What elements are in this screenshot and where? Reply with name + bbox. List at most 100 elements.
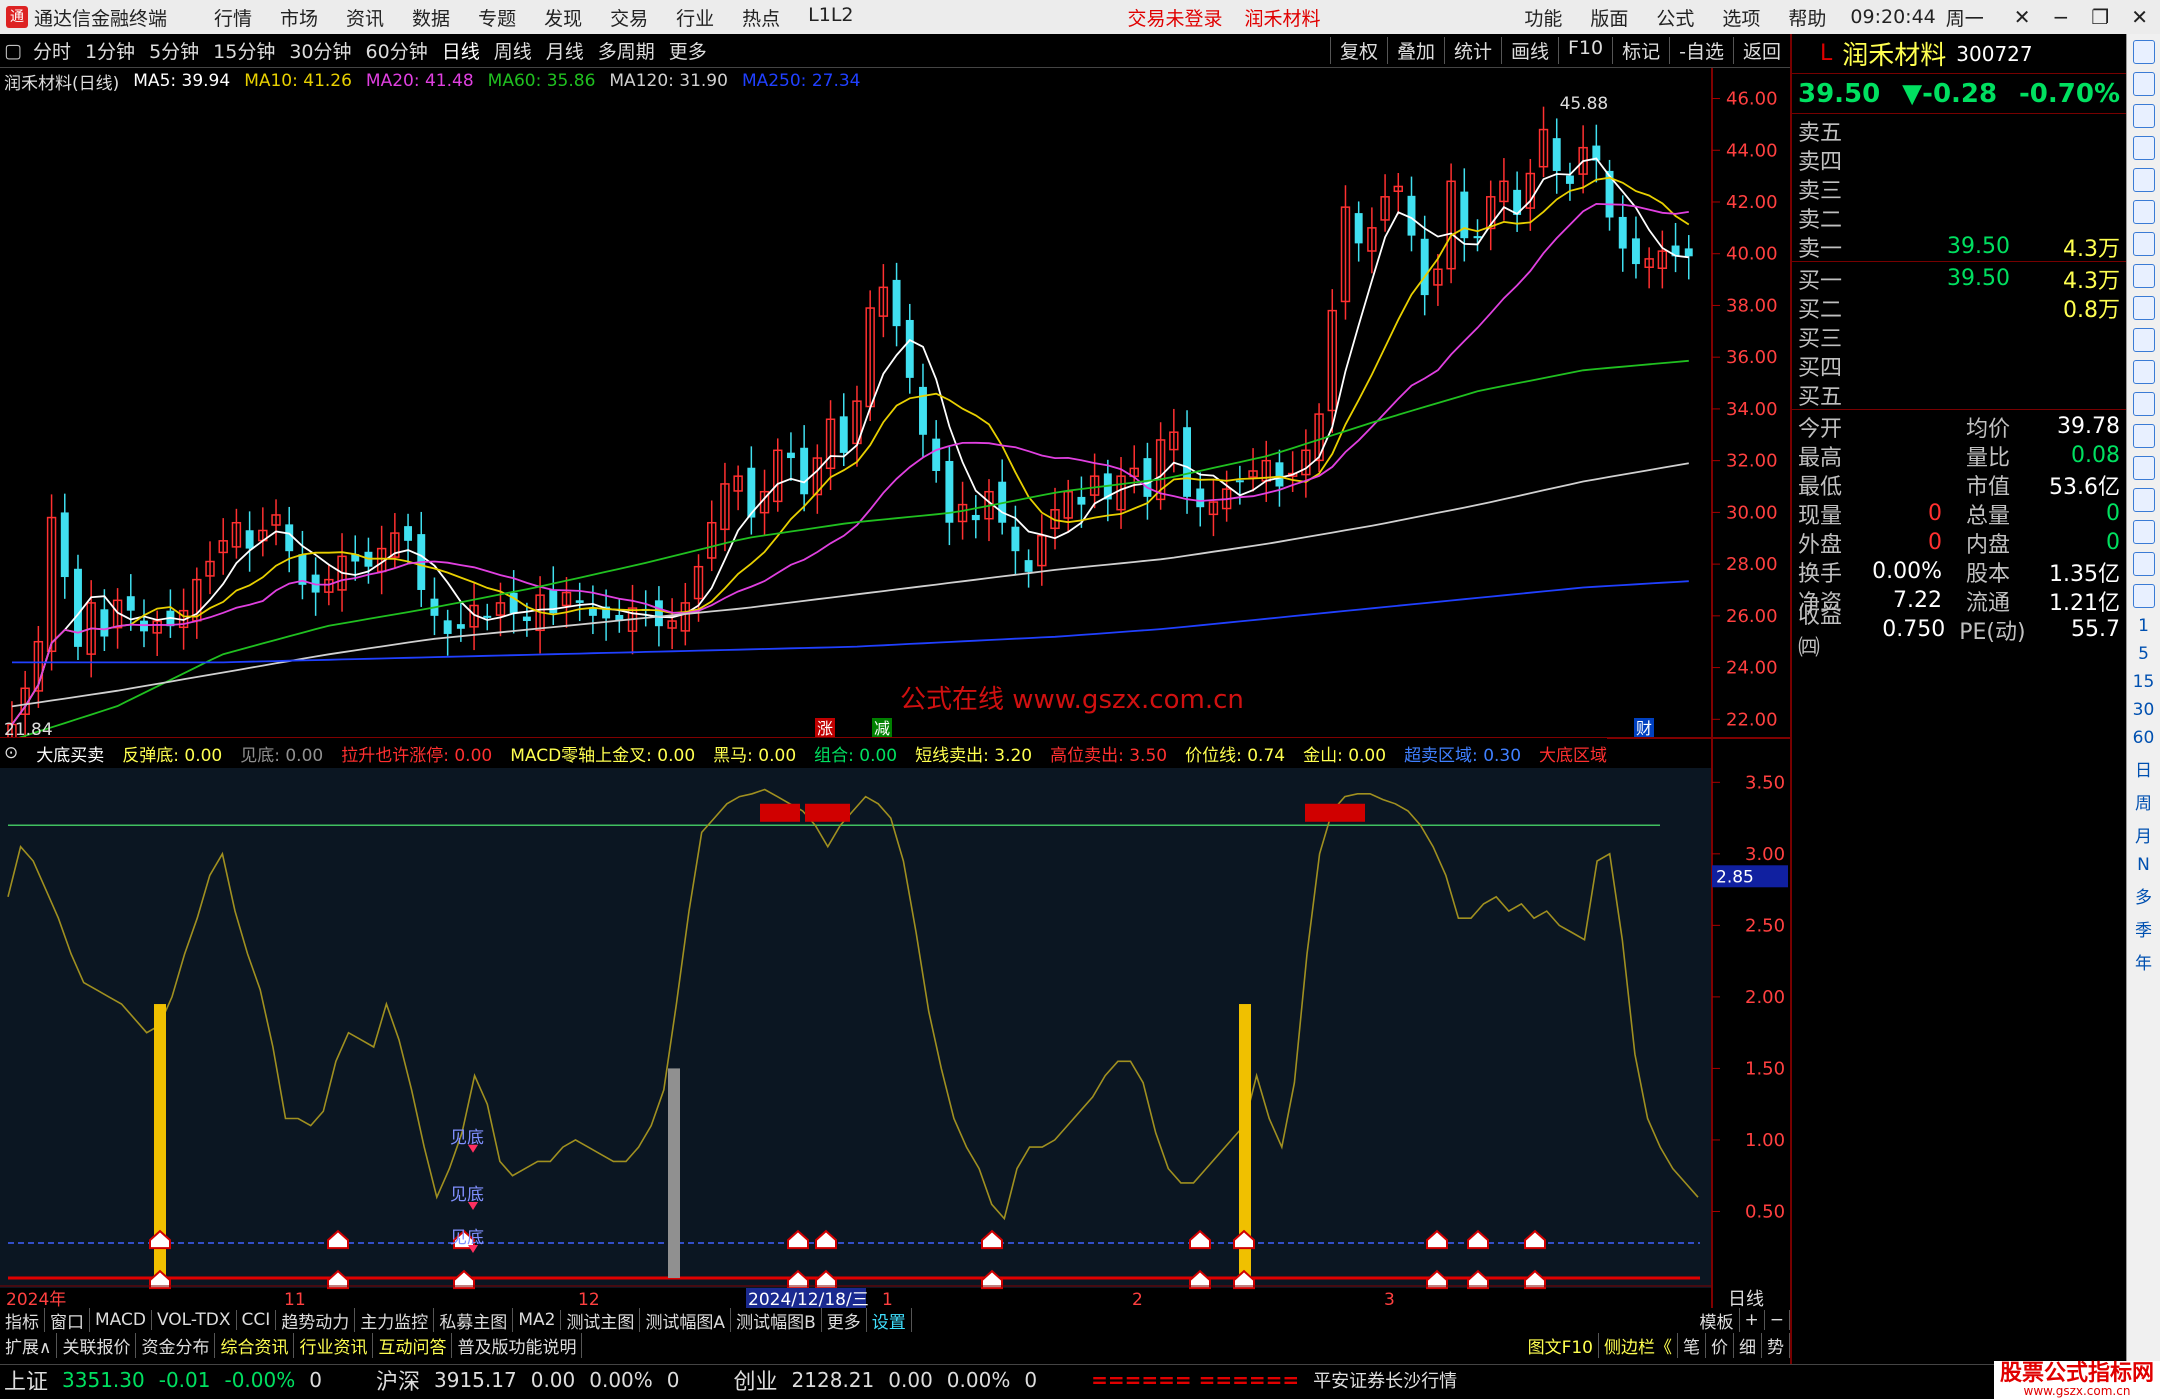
period-tab-2[interactable]: 5分钟 bbox=[142, 37, 206, 64]
quote-name[interactable]: 润禾材料 bbox=[1842, 35, 1946, 72]
price-chart[interactable]: 45.88 21.84 公式在线 www.gszx.com.cn 涨 减 财 bbox=[4, 94, 1693, 751]
sidebar-period-9[interactable]: 多 bbox=[2135, 883, 2152, 908]
menu-6[interactable]: 交易 bbox=[596, 4, 662, 31]
candle[interactable] bbox=[1565, 175, 1574, 184]
extension-tab-11[interactable]: 细 bbox=[1734, 1332, 1762, 1358]
period-tab-0[interactable]: 分时 bbox=[26, 37, 78, 64]
index-name[interactable]: 上证 bbox=[4, 1364, 48, 1396]
period-tab-3[interactable]: 15分钟 bbox=[206, 37, 282, 64]
sidebar-period-1[interactable]: 5 bbox=[2138, 644, 2149, 664]
sidebar-period-4[interactable]: 60 bbox=[2133, 728, 2155, 748]
extension-tab-2[interactable]: 资金分布 bbox=[136, 1332, 216, 1358]
tool-button-3[interactable]: 画线 bbox=[1500, 37, 1558, 64]
trade-status[interactable]: 交易未登录 bbox=[1128, 4, 1223, 31]
period-tab-4[interactable]: 30分钟 bbox=[282, 37, 358, 64]
candle[interactable] bbox=[1631, 238, 1640, 265]
right-menu-2[interactable]: 公式 bbox=[1642, 4, 1708, 31]
candle[interactable] bbox=[74, 568, 82, 647]
indicator-tab-2[interactable]: MACD bbox=[90, 1310, 152, 1330]
right-menu-3[interactable]: 选项 bbox=[1708, 4, 1774, 31]
extension-tab-0[interactable]: 扩展∧ bbox=[0, 1332, 58, 1358]
period-tab-1[interactable]: 1分钟 bbox=[78, 37, 142, 64]
sidebar-period-6[interactable]: 周 bbox=[2135, 789, 2152, 814]
tool-button-2[interactable]: 统计 bbox=[1443, 37, 1501, 64]
candle[interactable] bbox=[1235, 480, 1244, 483]
restore-icon[interactable]: ❐ bbox=[2091, 5, 2109, 29]
sidebar-period-11[interactable]: 年 bbox=[2135, 949, 2152, 974]
chart-area[interactable]: 45.8821.84公式在线 www.gszx.com.cn涨减财 见底见底见底… bbox=[0, 68, 1790, 1308]
candle[interactable] bbox=[1618, 216, 1627, 249]
book-row[interactable]: 卖一 39.50 4.3万 bbox=[1792, 232, 2126, 262]
period-tab-6[interactable]: 日线 bbox=[435, 37, 487, 64]
book-row[interactable]: 卖二 bbox=[1792, 203, 2126, 233]
candle[interactable] bbox=[443, 620, 452, 634]
candle[interactable] bbox=[575, 600, 584, 603]
candle[interactable] bbox=[100, 609, 109, 637]
indicator-tab-14[interactable]: 模板 bbox=[1695, 1307, 1740, 1333]
candle[interactable] bbox=[932, 438, 941, 471]
candle[interactable] bbox=[588, 608, 597, 616]
sidebar-tool-icon[interactable] bbox=[2132, 296, 2155, 320]
book-row[interactable]: 卖四 bbox=[1792, 145, 2126, 175]
candle[interactable] bbox=[126, 596, 135, 611]
stock-tag[interactable]: 润禾材料 bbox=[1245, 4, 1321, 31]
book-row[interactable]: 卖五 bbox=[1792, 116, 2126, 146]
right-menu-0[interactable]: 功能 bbox=[1510, 4, 1576, 31]
indicator-tab-7[interactable]: 私募主图 bbox=[434, 1307, 514, 1333]
book-row[interactable]: 卖三 bbox=[1792, 174, 2126, 204]
book-row[interactable]: 买四 bbox=[1792, 351, 2126, 381]
right-menu-4[interactable]: 帮助 bbox=[1774, 4, 1840, 31]
sidebar-tool-icon[interactable] bbox=[2132, 200, 2155, 224]
candle[interactable] bbox=[905, 319, 914, 378]
indicator-tab-12[interactable]: 更多 bbox=[822, 1307, 867, 1333]
period-tab-8[interactable]: 月线 bbox=[539, 37, 591, 64]
candle[interactable] bbox=[1011, 526, 1020, 552]
sidebar-period-8[interactable]: N bbox=[2137, 855, 2150, 875]
sidebar-period-2[interactable]: 15 bbox=[2133, 672, 2155, 692]
indicator-tab-9[interactable]: 测试主图 bbox=[561, 1307, 641, 1333]
close-search-icon[interactable]: ✕ bbox=[2014, 5, 2031, 29]
sidebar-tool-icon[interactable] bbox=[2132, 104, 2155, 128]
period-tab-5[interactable]: 60分钟 bbox=[359, 37, 435, 64]
candle[interactable] bbox=[1196, 488, 1205, 508]
candle[interactable] bbox=[892, 279, 901, 327]
minimize-icon[interactable]: − bbox=[2053, 5, 2070, 29]
extension-tab-9[interactable]: 笔 bbox=[1678, 1332, 1706, 1358]
candle[interactable] bbox=[1420, 238, 1429, 296]
candle[interactable] bbox=[971, 514, 980, 521]
sidebar-tool-icon[interactable] bbox=[2132, 232, 2155, 256]
sidebar-tool-icon[interactable] bbox=[2132, 520, 2155, 544]
sidebar-period-10[interactable]: 季 bbox=[2135, 916, 2152, 941]
sidebar-period-5[interactable]: 日 bbox=[2135, 756, 2152, 781]
menu-8[interactable]: 热点 bbox=[728, 4, 794, 31]
extension-tab-6[interactable]: 普及版功能说明 bbox=[452, 1332, 583, 1358]
sidebar-period-0[interactable]: 1 bbox=[2138, 616, 2149, 636]
candle[interactable] bbox=[1183, 427, 1191, 497]
extension-tab-7[interactable]: 图文F10 bbox=[1523, 1332, 1599, 1358]
tool-button-0[interactable]: 复权 bbox=[1329, 37, 1387, 64]
indicator-tab-0[interactable]: 指标 bbox=[0, 1307, 45, 1333]
menu-5[interactable]: 发现 bbox=[530, 4, 596, 31]
sidebar-tool-icon[interactable] bbox=[2132, 40, 2155, 64]
tool-button-1[interactable]: 叠加 bbox=[1386, 37, 1444, 64]
indicator-tab-11[interactable]: 测试幅图B bbox=[731, 1307, 822, 1333]
book-row[interactable]: 买五 bbox=[1792, 380, 2126, 410]
candle[interactable] bbox=[800, 447, 809, 495]
indicator-tab-4[interactable]: CCI bbox=[237, 1310, 277, 1330]
indicator-tab-8[interactable]: MA2 bbox=[513, 1310, 562, 1330]
candle[interactable] bbox=[1143, 458, 1152, 497]
extension-tab-12[interactable]: 势 bbox=[1762, 1332, 1790, 1358]
indicator-tab-6[interactable]: 主力监控 bbox=[355, 1307, 435, 1333]
candle[interactable] bbox=[839, 416, 848, 453]
indicator-tab-10[interactable]: 测试幅图A bbox=[640, 1307, 732, 1333]
candle[interactable] bbox=[522, 616, 531, 622]
candle[interactable] bbox=[1275, 462, 1284, 487]
sidebar-period-7[interactable]: 月 bbox=[2135, 822, 2152, 847]
menu-3[interactable]: 数据 bbox=[398, 4, 464, 31]
sidebar-tool-icon[interactable] bbox=[2132, 264, 2155, 288]
candle[interactable] bbox=[285, 524, 294, 552]
indicator-chart[interactable]: 见底见底见底 bbox=[0, 768, 1712, 1290]
period-tab-10[interactable]: 更多 bbox=[662, 37, 714, 64]
candle[interactable] bbox=[456, 624, 465, 629]
extension-tab-5[interactable]: 互动问答 bbox=[373, 1332, 453, 1358]
